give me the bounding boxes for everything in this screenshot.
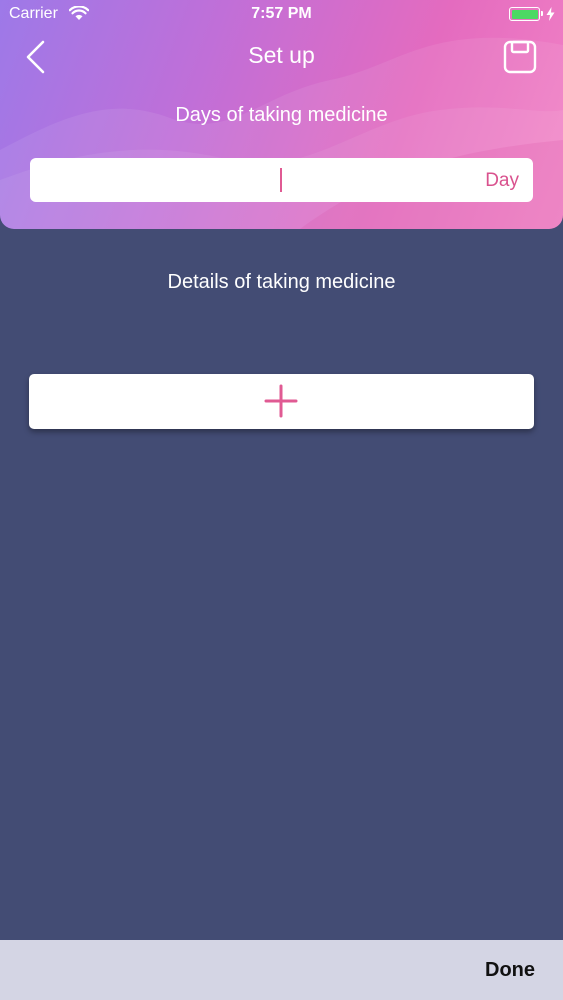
add-detail-button[interactable] — [29, 374, 534, 429]
floppy-disk-icon — [503, 40, 537, 74]
charging-bolt-icon — [546, 7, 555, 21]
status-time: 7:57 PM — [251, 5, 312, 22]
keyboard-toolbar: Done — [0, 940, 563, 1000]
done-button[interactable]: Done — [485, 959, 535, 982]
days-section-label: Days of taking medicine — [175, 104, 388, 126]
days-input[interactable]: Day — [30, 158, 533, 202]
battery-level — [511, 9, 538, 19]
details-section-label: Details of taking medicine — [167, 271, 396, 293]
text-caret — [280, 168, 282, 192]
plus-icon — [264, 384, 298, 418]
days-unit-label: Day — [485, 170, 519, 191]
battery-icon — [509, 7, 543, 21]
battery-tip — [541, 11, 543, 16]
page-title: Set up — [248, 42, 315, 68]
header-banner: Carrier 7:57 PM Set up Days of taking me… — [0, 0, 563, 229]
save-button[interactable] — [502, 40, 538, 74]
status-bar: Carrier 7:57 PM — [0, 0, 563, 30]
